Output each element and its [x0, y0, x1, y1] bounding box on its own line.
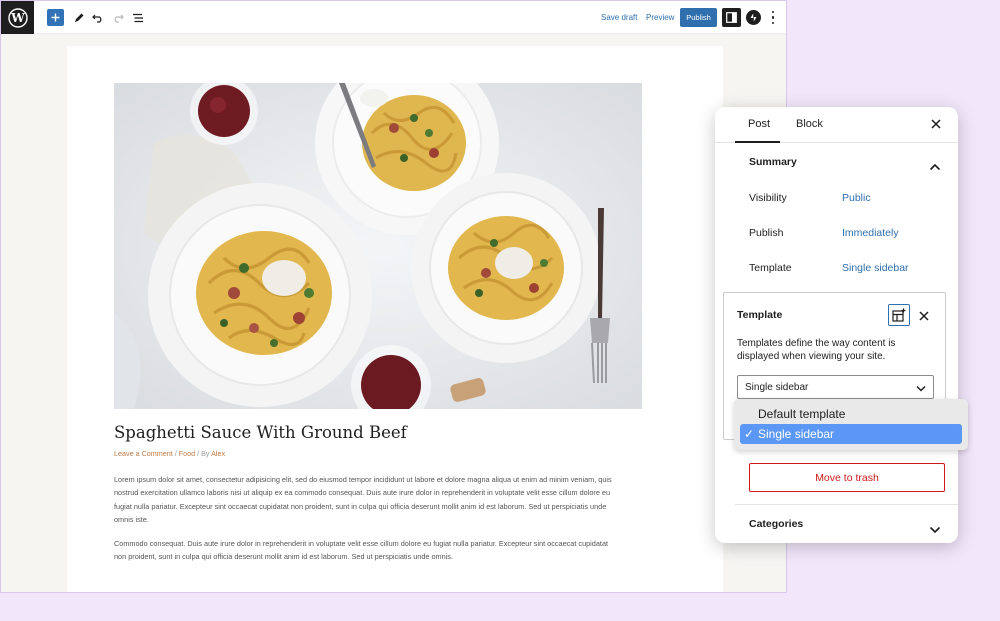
chevron-down-icon[interactable] [929, 521, 941, 534]
list-view-icon[interactable] [129, 9, 146, 26]
popover-title: Template [737, 309, 783, 321]
preview-button[interactable]: Preview [646, 13, 674, 22]
leave-comment-link[interactable]: Leave a Comment [114, 449, 173, 458]
popover-description: Templates define the way content is disp… [737, 338, 896, 362]
author-link[interactable]: Alex [211, 449, 225, 458]
template-dropdown-list: Default template ✓ Single sidebar [734, 399, 968, 450]
category-link[interactable]: Food [179, 449, 195, 458]
template-select[interactable]: Single sidebar [737, 375, 934, 399]
paragraph-2[interactable]: Commodo consequat. Duis aute irure dolor… [114, 537, 674, 564]
redo-icon[interactable] [109, 9, 126, 26]
post-meta: Leave a Comment / Food / By Alex [114, 449, 226, 458]
publish-date-value[interactable]: Immediately [842, 227, 899, 239]
options-menu-icon[interactable] [771, 11, 775, 24]
settings-sidebar-icon[interactable] [722, 8, 741, 27]
undo-icon[interactable] [89, 9, 106, 26]
divider [735, 504, 958, 505]
featured-image[interactable] [114, 83, 642, 409]
template-label: Template [749, 262, 792, 274]
editor-frame: W Save draft Preview Publish Spaghetti S… [0, 0, 787, 593]
visibility-value[interactable]: Public [842, 192, 871, 204]
option-default-template[interactable]: Default template [740, 404, 962, 424]
post-title[interactable]: Spaghetti Sauce With Ground Beef [114, 423, 407, 442]
save-draft-button[interactable]: Save draft [601, 13, 637, 22]
publish-button[interactable]: Publish [680, 8, 717, 27]
template-select-value: Single sidebar [745, 381, 809, 393]
visibility-label: Visibility [749, 192, 787, 204]
tab-post[interactable]: Post [748, 118, 770, 130]
chevron-down-icon [916, 384, 926, 392]
option-single-sidebar[interactable]: ✓ Single sidebar [740, 424, 962, 444]
active-tab-indicator [735, 141, 780, 143]
svg-text:W: W [10, 11, 25, 25]
add-template-icon[interactable] [888, 304, 910, 326]
checkmark-icon: ✓ [744, 427, 755, 441]
publish-label: Publish [749, 227, 784, 239]
pen-tool-icon[interactable] [70, 9, 87, 26]
post-canvas: Spaghetti Sauce With Ground Beef Leave a… [67, 46, 723, 592]
wordpress-logo-icon[interactable]: W [1, 1, 34, 34]
editor-toolbar: W Save draft Preview Publish [1, 1, 786, 34]
paragraph-1[interactable]: Lorem ipsum dolor sit amet, consectetur … [114, 473, 674, 527]
jetpack-icon[interactable] [746, 10, 761, 25]
summary-title[interactable]: Summary [749, 156, 797, 168]
categories-title[interactable]: Categories [749, 518, 803, 530]
tab-block[interactable]: Block [796, 118, 823, 130]
template-value[interactable]: Single sidebar [842, 262, 909, 274]
chevron-up-icon[interactable] [929, 158, 941, 171]
move-to-trash-button[interactable]: Move to trash [749, 463, 945, 492]
panel-tabs: Post Block [715, 107, 958, 143]
close-icon[interactable] [929, 117, 943, 131]
close-popover-icon[interactable] [918, 309, 930, 321]
add-block-button[interactable] [47, 9, 64, 26]
